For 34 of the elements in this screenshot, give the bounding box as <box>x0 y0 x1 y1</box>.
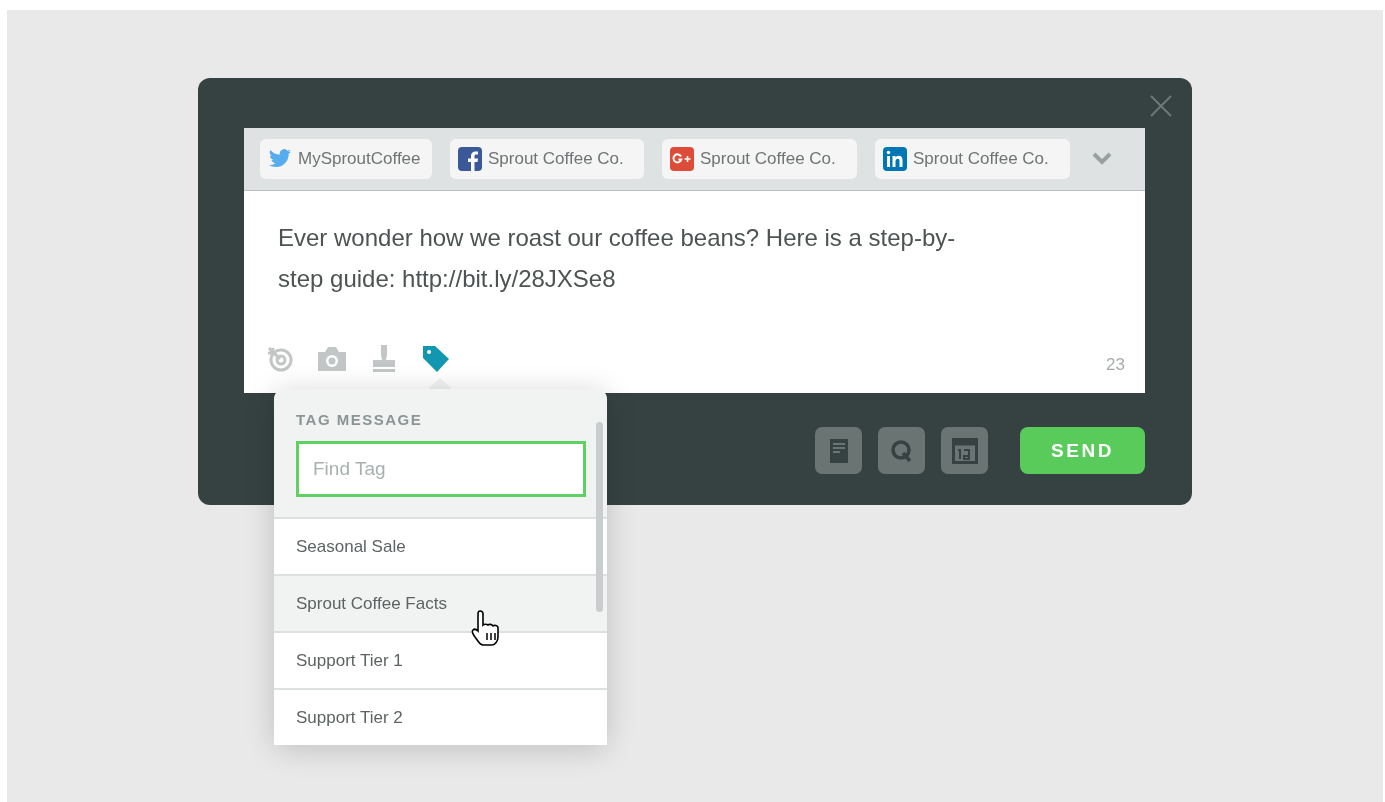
tag-item[interactable]: Support Tier 2 <box>274 688 607 745</box>
message-area[interactable]: Ever wonder how we roast our coffee beans? Here is a step-by-step guide: http://bit.ly/28JXSe8 23 <box>244 191 1145 393</box>
search-icon <box>889 438 914 463</box>
chevron-down-icon[interactable] <box>1092 152 1112 166</box>
message-text: Ever wonder how we roast our coffee beans? Here is a step-by-step guide: http://bit.ly/28JXSe8 <box>278 223 957 294</box>
document-icon <box>829 438 848 463</box>
search-button[interactable] <box>878 427 925 474</box>
tag-item[interactable]: Seasonal Sale <box>274 517 607 574</box>
calendar-button[interactable] <box>941 427 988 474</box>
account-chip[interactable]: Sprout Coffee Co. <box>875 139 1070 179</box>
account-name: Sprout Coffee Co. <box>913 149 1049 169</box>
tag-icon <box>422 345 450 373</box>
close-icon[interactable] <box>1150 95 1172 117</box>
google-plus-icon <box>670 147 694 171</box>
account-chip[interactable]: MySproutCoffee <box>260 139 432 179</box>
character-count: 23 <box>1106 355 1125 375</box>
account-name: Sprout Coffee Co. <box>488 149 624 169</box>
tag-item[interactable]: Support Tier 1 <box>274 631 607 688</box>
target-icon <box>266 345 294 373</box>
scrollbar[interactable] <box>596 422 603 612</box>
find-tag-field[interactable]: Find Tag <box>296 441 586 497</box>
linkedin-icon <box>883 147 907 171</box>
account-chip[interactable]: Sprout Coffee Co. <box>662 139 857 179</box>
notes-button[interactable] <box>815 427 862 474</box>
account-chip[interactable]: Sprout Coffee Co. <box>450 139 644 179</box>
popover-title: TAG MESSAGE <box>296 411 424 428</box>
stamp-icon <box>371 345 397 373</box>
account-name: MySproutCoffee <box>298 149 421 169</box>
account-name: Sprout Coffee Co. <box>700 149 836 169</box>
camera-icon <box>316 346 348 372</box>
tag-item[interactable]: Sprout Coffee Facts <box>274 574 607 631</box>
bird-icon <box>268 149 292 169</box>
facebook-icon <box>458 147 482 171</box>
calendar-icon <box>951 437 978 464</box>
